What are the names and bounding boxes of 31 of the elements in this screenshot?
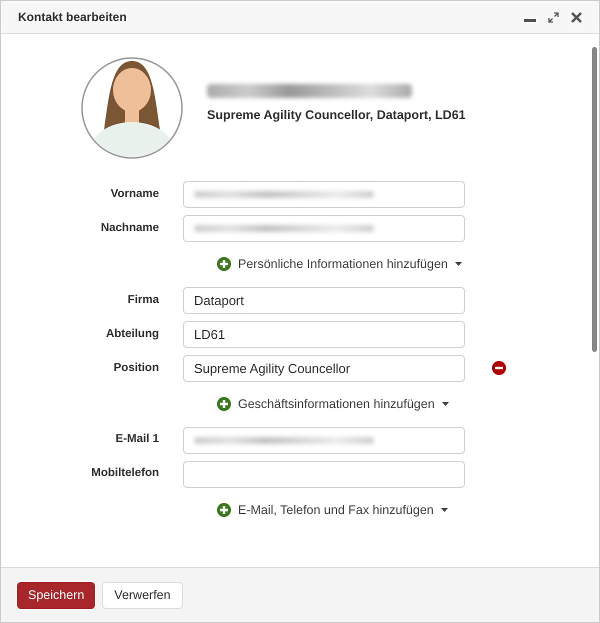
caret-icon bbox=[440, 508, 448, 512]
remove-icon[interactable] bbox=[492, 361, 506, 376]
plus-icon bbox=[217, 397, 231, 412]
caret-icon bbox=[442, 402, 449, 406]
caret-icon bbox=[454, 262, 462, 266]
text-field[interactable] bbox=[183, 215, 465, 242]
field-label: Position bbox=[112, 360, 160, 376]
maximize-icon[interactable] bbox=[548, 12, 559, 22]
plus-icon bbox=[217, 257, 231, 272]
text-field[interactable]: Supreme Agility Councellor bbox=[183, 354, 465, 382]
text-field[interactable] bbox=[183, 426, 465, 454]
add-info-link[interactable]: E-Mail, Telefon und Fax hinzufügen bbox=[217, 500, 448, 520]
close-icon[interactable] bbox=[571, 12, 582, 22]
contact-subtitle: Supreme Agility Councellor, Dataport, LD61 bbox=[207, 106, 466, 124]
text-field[interactable]: LD61 bbox=[183, 320, 465, 348]
field-label: Firma bbox=[126, 292, 160, 308]
field-label: Abteilung bbox=[104, 326, 160, 342]
add-info-link[interactable]: Persönliche Informationen hinzufügen bbox=[217, 255, 462, 274]
plus-icon bbox=[217, 502, 231, 517]
save-button[interactable]: Speichern bbox=[17, 582, 96, 608]
discard-button[interactable]: Verwerfen bbox=[102, 582, 183, 608]
field-label: Vorname bbox=[110, 186, 160, 202]
text-field[interactable] bbox=[183, 181, 465, 208]
window-title: Kontakt bearbeiten bbox=[18, 9, 127, 26]
text-field[interactable] bbox=[183, 460, 465, 488]
avatar-icon bbox=[81, 57, 183, 159]
field-label: E-Mail 1 bbox=[114, 432, 160, 448]
field-label: Nachname bbox=[100, 220, 160, 236]
text-field[interactable]: Dataport bbox=[183, 286, 465, 314]
field-label: Mobiltelefon bbox=[90, 466, 160, 482]
add-info-link[interactable]: Geschäftsinformationen hinzufügen bbox=[217, 394, 449, 414]
